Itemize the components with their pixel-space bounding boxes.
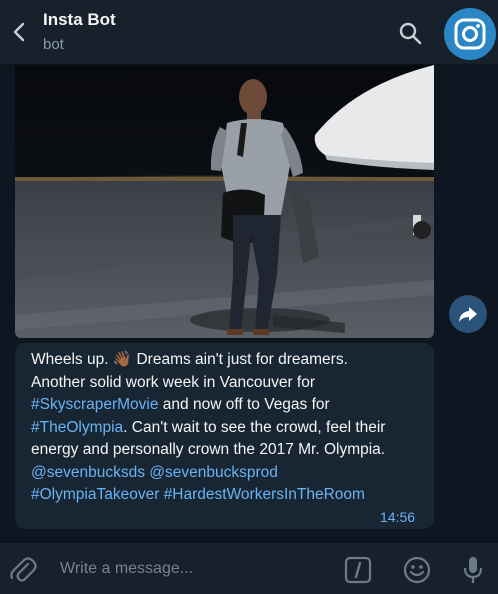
message-link[interactable]: @sevenbucksds: [31, 464, 145, 481]
forward-arrow-icon: [459, 307, 477, 322]
message-line: #SkyscraperMovie and now off to Vegas fo…: [31, 394, 426, 417]
search-icon: [399, 22, 422, 45]
slash-command-icon: [344, 556, 372, 584]
message-text: Wheels up. 👋🏾 Dreams ain't just for drea…: [31, 349, 426, 507]
message-bubble[interactable]: Wheels up. 👋🏾 Dreams ain't just for drea…: [15, 343, 434, 529]
message-line: #OlympiaTakeover #HardestWorkersInTheRoo…: [31, 484, 426, 507]
attach-button[interactable]: [8, 555, 38, 585]
microphone-icon: [463, 557, 483, 583]
message-photo[interactable]: [15, 65, 434, 338]
back-button[interactable]: [6, 16, 34, 48]
message-text-segment: Another solid work week in Vancouver for: [31, 373, 316, 391]
message-link[interactable]: #HardestWorkersInTheRoom: [164, 486, 365, 503]
smiley-icon: [403, 556, 431, 584]
message-link[interactable]: @sevenbucksprod: [149, 464, 278, 481]
message-link[interactable]: #TheOlympia: [31, 419, 123, 436]
chat-header: Insta Bot bot: [0, 0, 498, 65]
message-input[interactable]: [58, 553, 332, 585]
forward-button[interactable]: [449, 295, 487, 333]
message-text-segment: and now off to Vegas for: [158, 396, 330, 413]
message-time: 14:56: [380, 509, 416, 525]
chat-subtitle: bot: [43, 36, 64, 53]
chat-title[interactable]: Insta Bot: [43, 10, 116, 30]
message-link[interactable]: #OlympiaTakeover: [31, 486, 159, 503]
message-text-segment: Dreams ain't just for dreamers.: [132, 351, 348, 368]
back-arrow-icon: [13, 22, 25, 42]
message-line: @sevenbucksds @sevenbucksprod: [31, 462, 426, 485]
message-text-segment: 👋🏾: [112, 351, 133, 368]
message-text-segment: . Can't wait to see the crowd, feel thei…: [123, 418, 386, 436]
message-line: Wheels up. 👋🏾 Dreams ain't just for drea…: [31, 349, 426, 372]
emoji-button[interactable]: [402, 555, 432, 585]
message-line: energy and personally crown the 2017 Mr.…: [31, 439, 426, 462]
instagram-icon: [454, 18, 486, 50]
voice-message-button[interactable]: [460, 554, 486, 586]
message-line: #TheOlympia. Can't wait to see the crowd…: [31, 417, 426, 440]
search-button[interactable]: [396, 19, 424, 47]
message-text-segment: Wheels up.: [31, 351, 113, 368]
message-composer: [0, 542, 498, 594]
paperclip-icon: [10, 557, 37, 582]
photo-illustration: [15, 65, 434, 338]
message-list[interactable]: Wheels up. 👋🏾 Dreams ain't just for drea…: [0, 65, 498, 542]
message-link[interactable]: #SkyscraperMovie: [31, 396, 159, 413]
message-text-segment: energy and personally crown the 2017 Mr.…: [31, 441, 386, 458]
bot-avatar[interactable]: [444, 8, 496, 60]
message-line: Another solid work week in Vancouver for: [31, 372, 426, 395]
bot-commands-button[interactable]: [344, 556, 372, 584]
